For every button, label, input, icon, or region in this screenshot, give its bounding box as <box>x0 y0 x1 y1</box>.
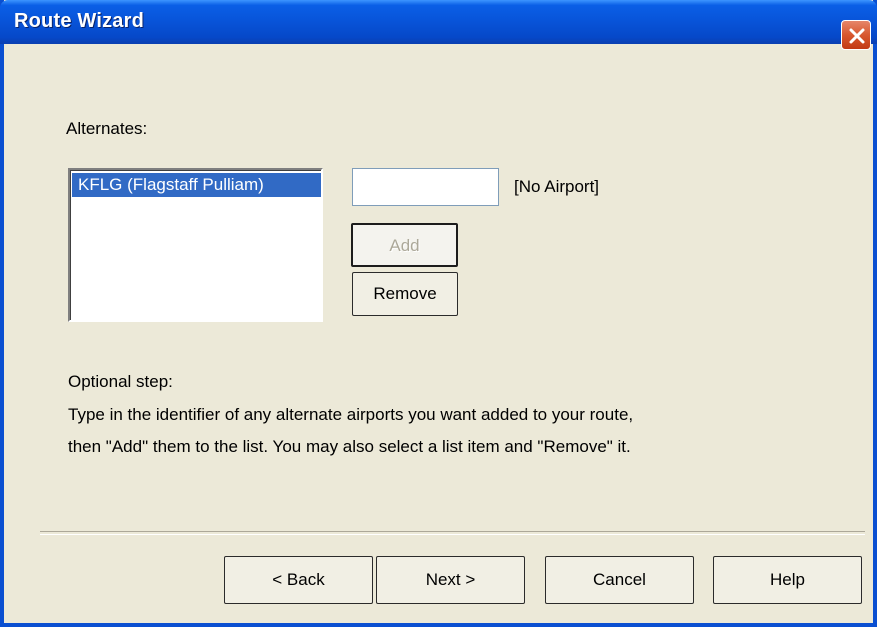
help-button[interactable]: Help <box>713 556 862 604</box>
next-button[interactable]: Next > <box>376 556 525 604</box>
add-button[interactable]: Add <box>351 223 458 267</box>
instructions-line-1: Type in the identifier of any alternate … <box>68 405 634 424</box>
alternates-listbox[interactable]: KFLG (Flagstaff Pulliam) <box>68 168 323 322</box>
remove-button[interactable]: Remove <box>352 272 458 316</box>
instructions-heading: Optional step: <box>68 372 173 391</box>
list-item[interactable]: KFLG (Flagstaff Pulliam) <box>72 173 321 197</box>
add-button-label: Add <box>389 236 420 255</box>
close-button[interactable] <box>841 20 871 50</box>
route-wizard-dialog: Route Wizard Alternates: KFLG (Flagstaff… <box>0 0 877 627</box>
airport-status-text: [No Airport] <box>514 177 600 196</box>
instructions-line-2: then "Add" them to the list. You may als… <box>68 437 631 456</box>
footer-divider <box>40 531 865 535</box>
cancel-button[interactable]: Cancel <box>545 556 694 604</box>
back-button[interactable]: < Back <box>224 556 373 604</box>
window-title: Route Wizard <box>14 10 144 32</box>
alternates-label: Alternates: <box>66 119 148 138</box>
title-bar[interactable]: Route Wizard <box>0 0 877 50</box>
close-icon <box>849 28 865 44</box>
airport-identifier-input[interactable] <box>352 168 499 206</box>
